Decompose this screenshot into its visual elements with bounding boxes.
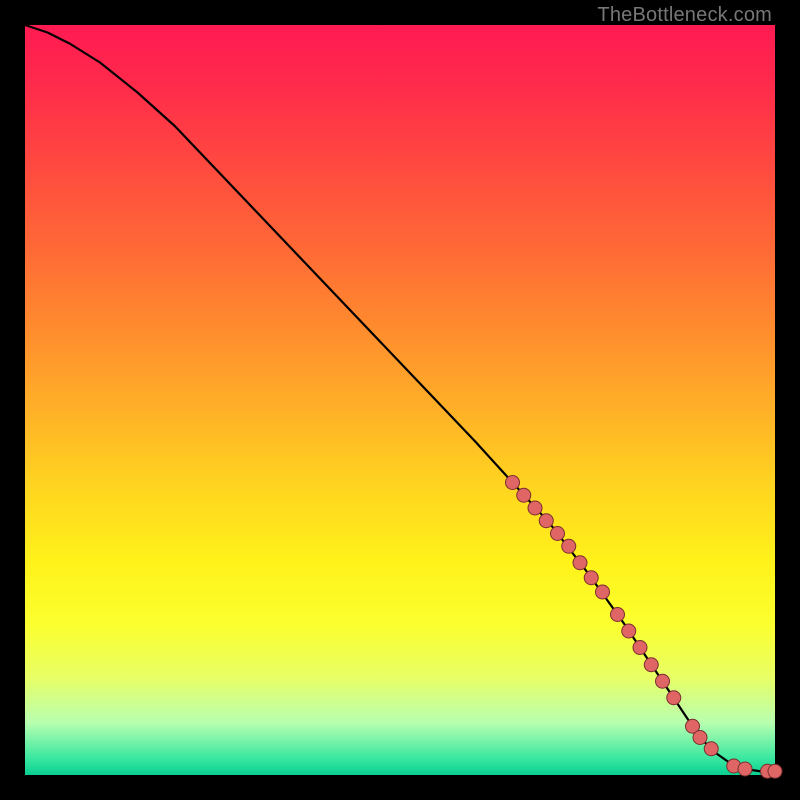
- chart-marker: [611, 608, 625, 622]
- chart-line: [25, 25, 775, 771]
- chart-marker: [517, 488, 531, 502]
- chart-marker: [667, 691, 681, 705]
- chart-frame: TheBottleneck.com: [0, 0, 800, 800]
- chart-marker: [551, 527, 565, 541]
- chart-markers: [506, 476, 783, 779]
- chart-marker: [768, 764, 782, 778]
- chart-marker: [693, 731, 707, 745]
- chart-marker: [573, 556, 587, 570]
- chart-marker: [506, 476, 520, 490]
- chart-marker: [562, 539, 576, 553]
- chart-marker: [644, 658, 658, 672]
- chart-marker: [539, 514, 553, 528]
- chart-marker: [738, 762, 752, 776]
- chart-marker: [704, 742, 718, 756]
- chart-marker: [596, 585, 610, 599]
- chart-overlay: [25, 25, 775, 775]
- chart-marker: [656, 674, 670, 688]
- watermark-label: TheBottleneck.com: [597, 4, 772, 27]
- chart-marker: [584, 571, 598, 585]
- chart-marker: [633, 641, 647, 655]
- chart-marker: [528, 501, 542, 515]
- chart-marker: [622, 624, 636, 638]
